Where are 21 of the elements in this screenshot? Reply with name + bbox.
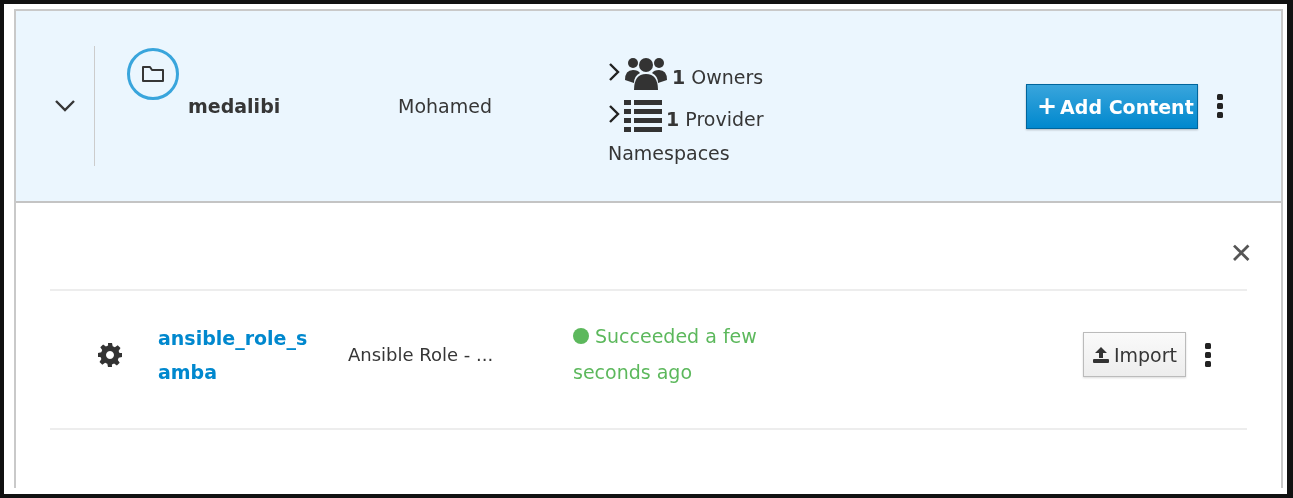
- section-label: Namespaces: [608, 142, 731, 164]
- namespace-name: medalibi: [188, 95, 282, 117]
- gear-icon: [97, 341, 123, 368]
- content-name-link[interactable]: ansible_role_samba: [158, 320, 318, 389]
- folder-icon: [126, 47, 180, 101]
- chevron-icon: [54, 99, 76, 113]
- providers-count: 1 Provider: [666, 108, 764, 130]
- owner-name: Mohamed: [398, 95, 493, 117]
- list-icon: [624, 100, 662, 132]
- owners-count: 1 Owners: [672, 66, 764, 88]
- users-icon: [624, 56, 668, 90]
- kebab-menu-icon[interactable]: [1216, 94, 1224, 118]
- chevron-right-icon[interactable]: [608, 104, 620, 124]
- kebab-menu-icon[interactable]: [1204, 342, 1212, 367]
- upload-icon: [1091, 345, 1110, 364]
- expand-toggle[interactable]: [54, 99, 78, 113]
- import-button[interactable]: Import: [1082, 332, 1186, 377]
- content-description: Ansible Role - ...: [348, 344, 495, 365]
- close-button[interactable]: ✕: [1229, 236, 1253, 270]
- status-text: Succeeded a few seconds ago: [573, 324, 757, 383]
- chevron-right-icon[interactable]: [608, 62, 620, 82]
